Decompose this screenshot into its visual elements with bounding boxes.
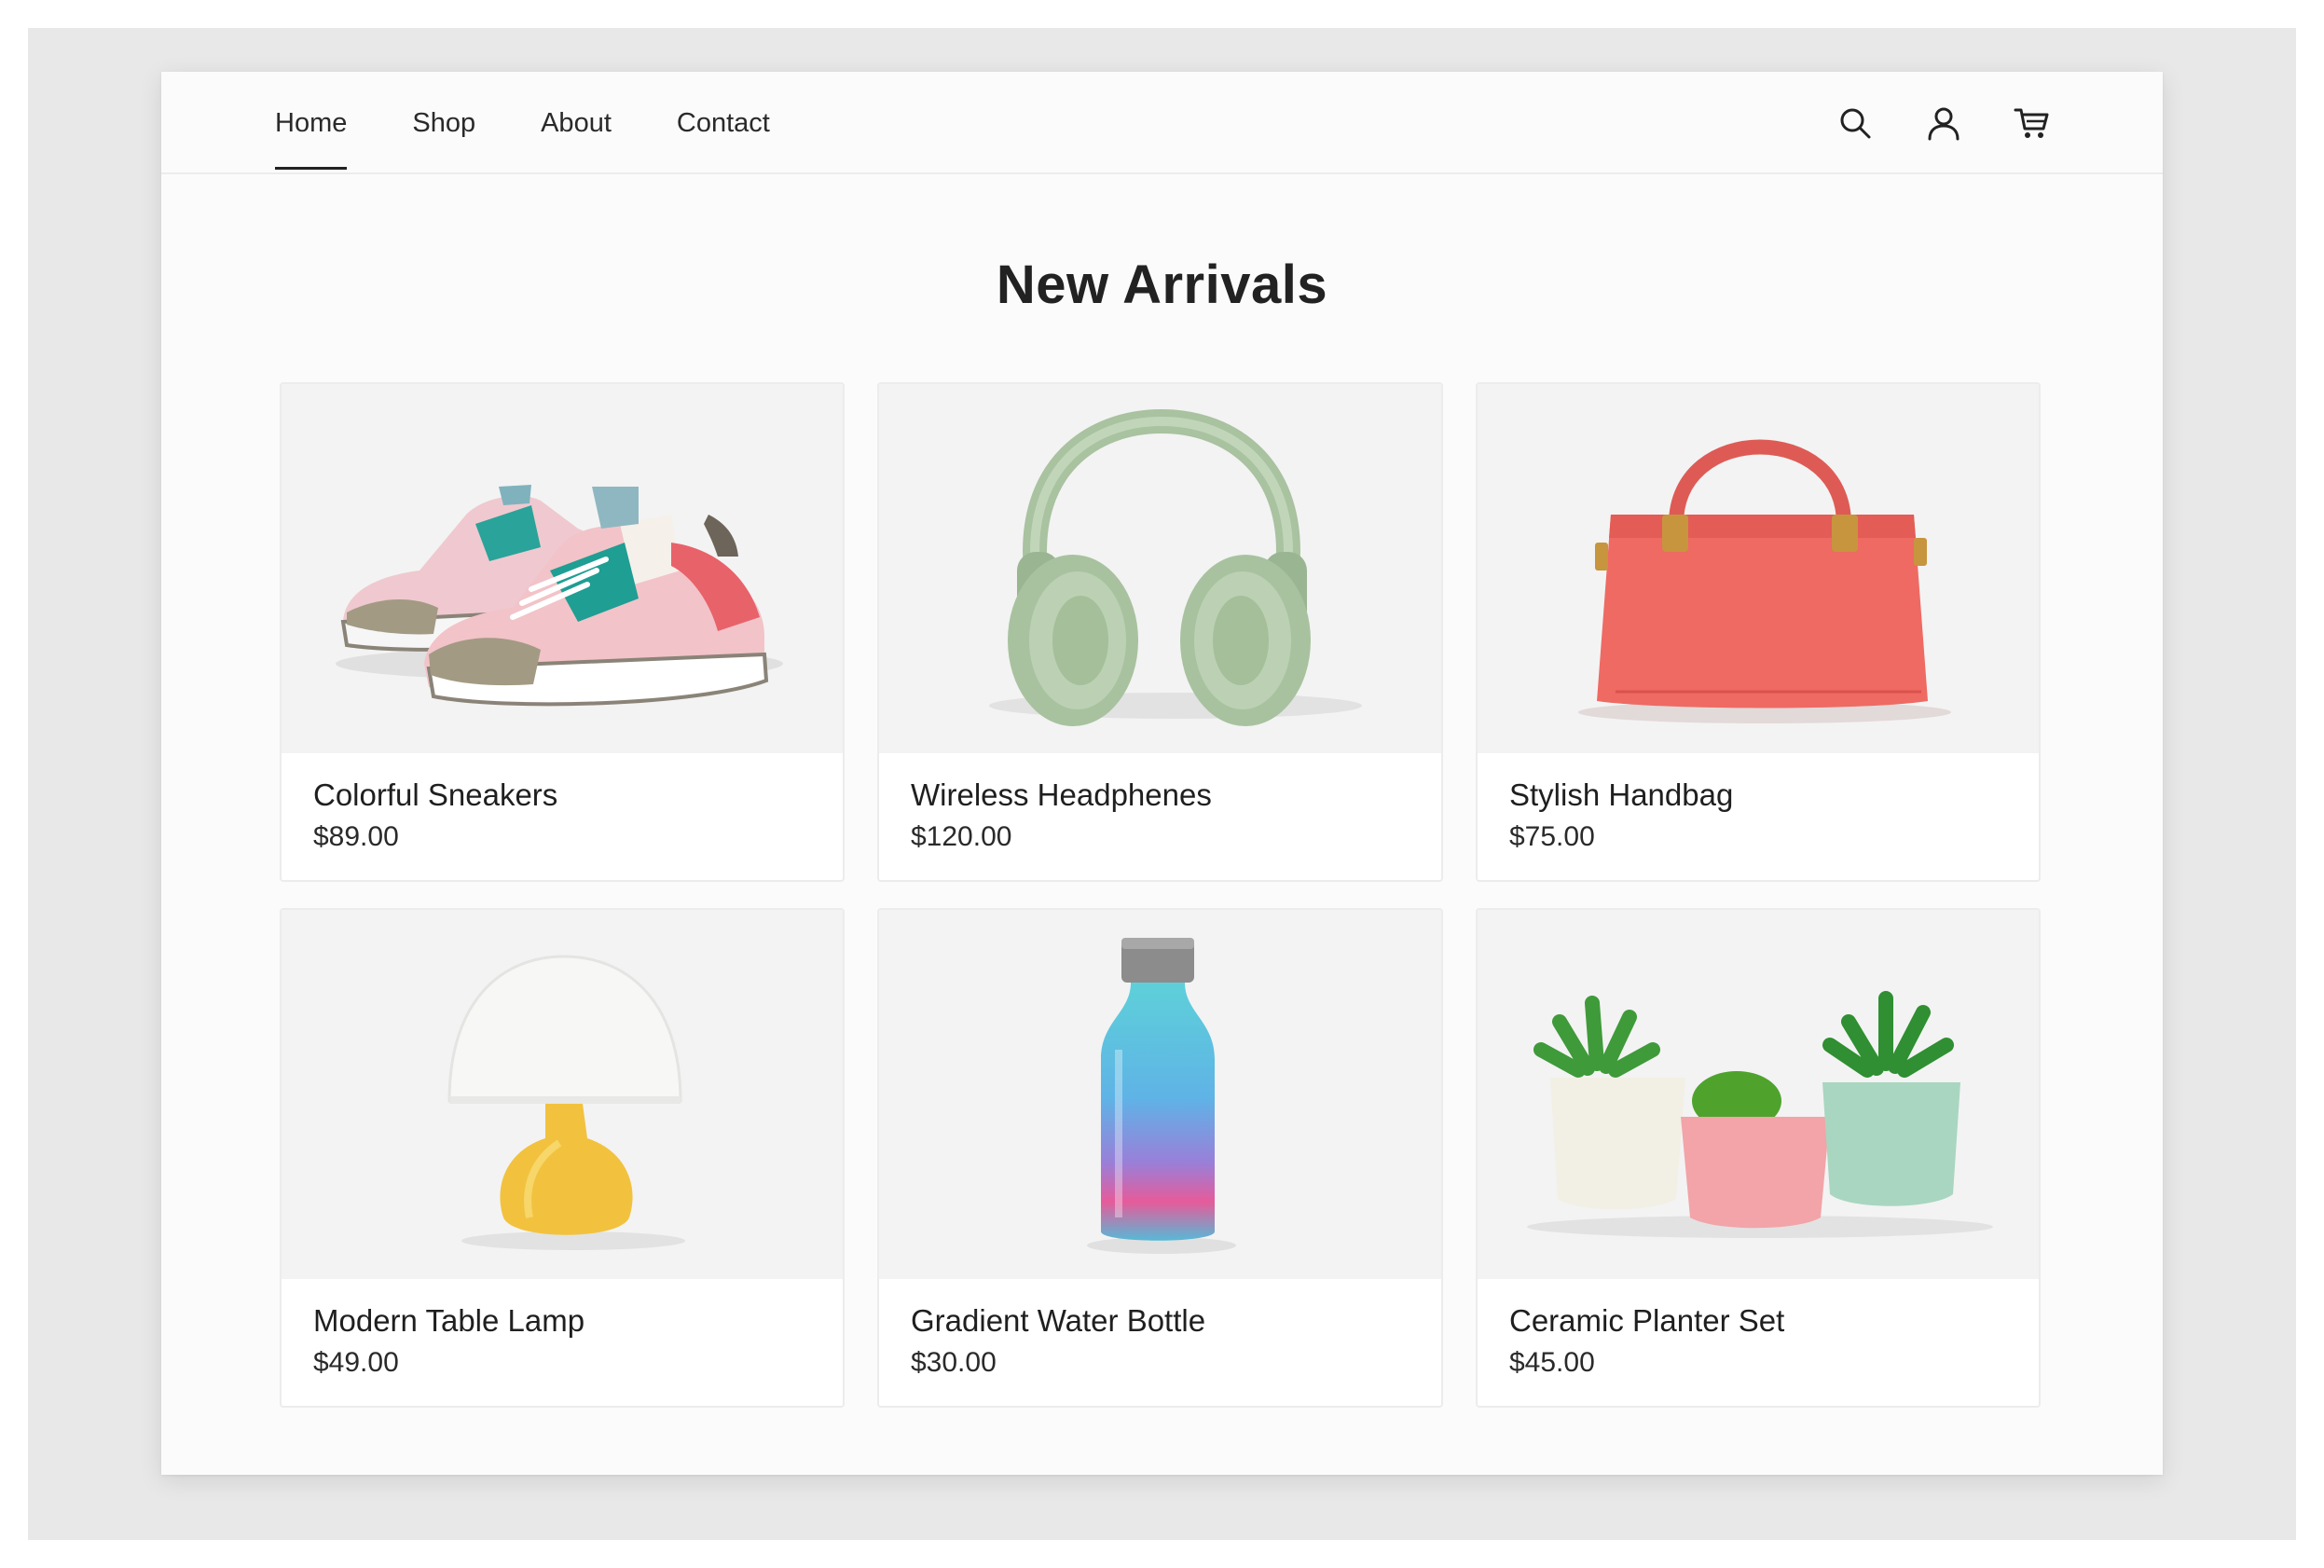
product-price: $75.00 [1509,821,1595,852]
product-name: Ceramic Planter Set [1509,1303,1785,1338]
nav-link-about[interactable]: About [541,72,612,174]
product-price: $120.00 [911,821,1012,852]
product-card[interactable]: Stylish Handbag $75.00 [1476,382,2041,882]
product-image-headphones [879,384,1441,753]
top-navigation: Home Shop About Contact [161,72,2163,174]
product-image-planters [1478,910,2039,1279]
product-price: $49.00 [313,1347,399,1378]
nav-link-contact[interactable]: Contact [677,72,770,174]
product-name: Gradient Water Bottle [911,1303,1206,1338]
product-image-lamp [282,910,843,1279]
product-price: $45.00 [1509,1347,1595,1378]
product-price: $89.00 [313,821,399,852]
nav-link-shop[interactable]: Shop [412,72,475,174]
product-name: Colorful Sneakers [313,777,558,812]
store-page: Home Shop About Contact New Arrivals Col… [161,72,2163,1475]
product-image-handbag [1478,384,2039,753]
product-card[interactable]: Ceramic Planter Set $45.00 [1476,908,2041,1408]
product-card[interactable]: Colorful Sneakers $89.00 [280,382,845,882]
search-icon[interactable] [1836,104,1874,142]
user-icon[interactable] [1925,104,1962,142]
product-grid: Colorful Sneakers $89.00 Wireless Headph… [280,382,2042,1408]
nav-icons [1785,72,2051,174]
cart-icon[interactable] [2014,104,2051,142]
nav-link-home[interactable]: Home [275,72,348,174]
nav-links: Home Shop About Contact [275,72,835,174]
product-name: Stylish Handbag [1509,777,1734,812]
product-card[interactable]: Wireless Headphenes $120.00 [877,382,1443,882]
product-card[interactable]: Gradient Water Bottle $30.00 [877,908,1443,1408]
product-name: Modern Table Lamp [313,1303,585,1338]
product-card[interactable]: Modern Table Lamp $49.00 [280,908,845,1408]
product-image-bottle [879,910,1441,1279]
product-price: $30.00 [911,1347,997,1378]
product-name: Wireless Headphenes [911,777,1212,812]
page-title: New Arrivals [996,254,1328,315]
product-image-sneakers [282,384,843,753]
